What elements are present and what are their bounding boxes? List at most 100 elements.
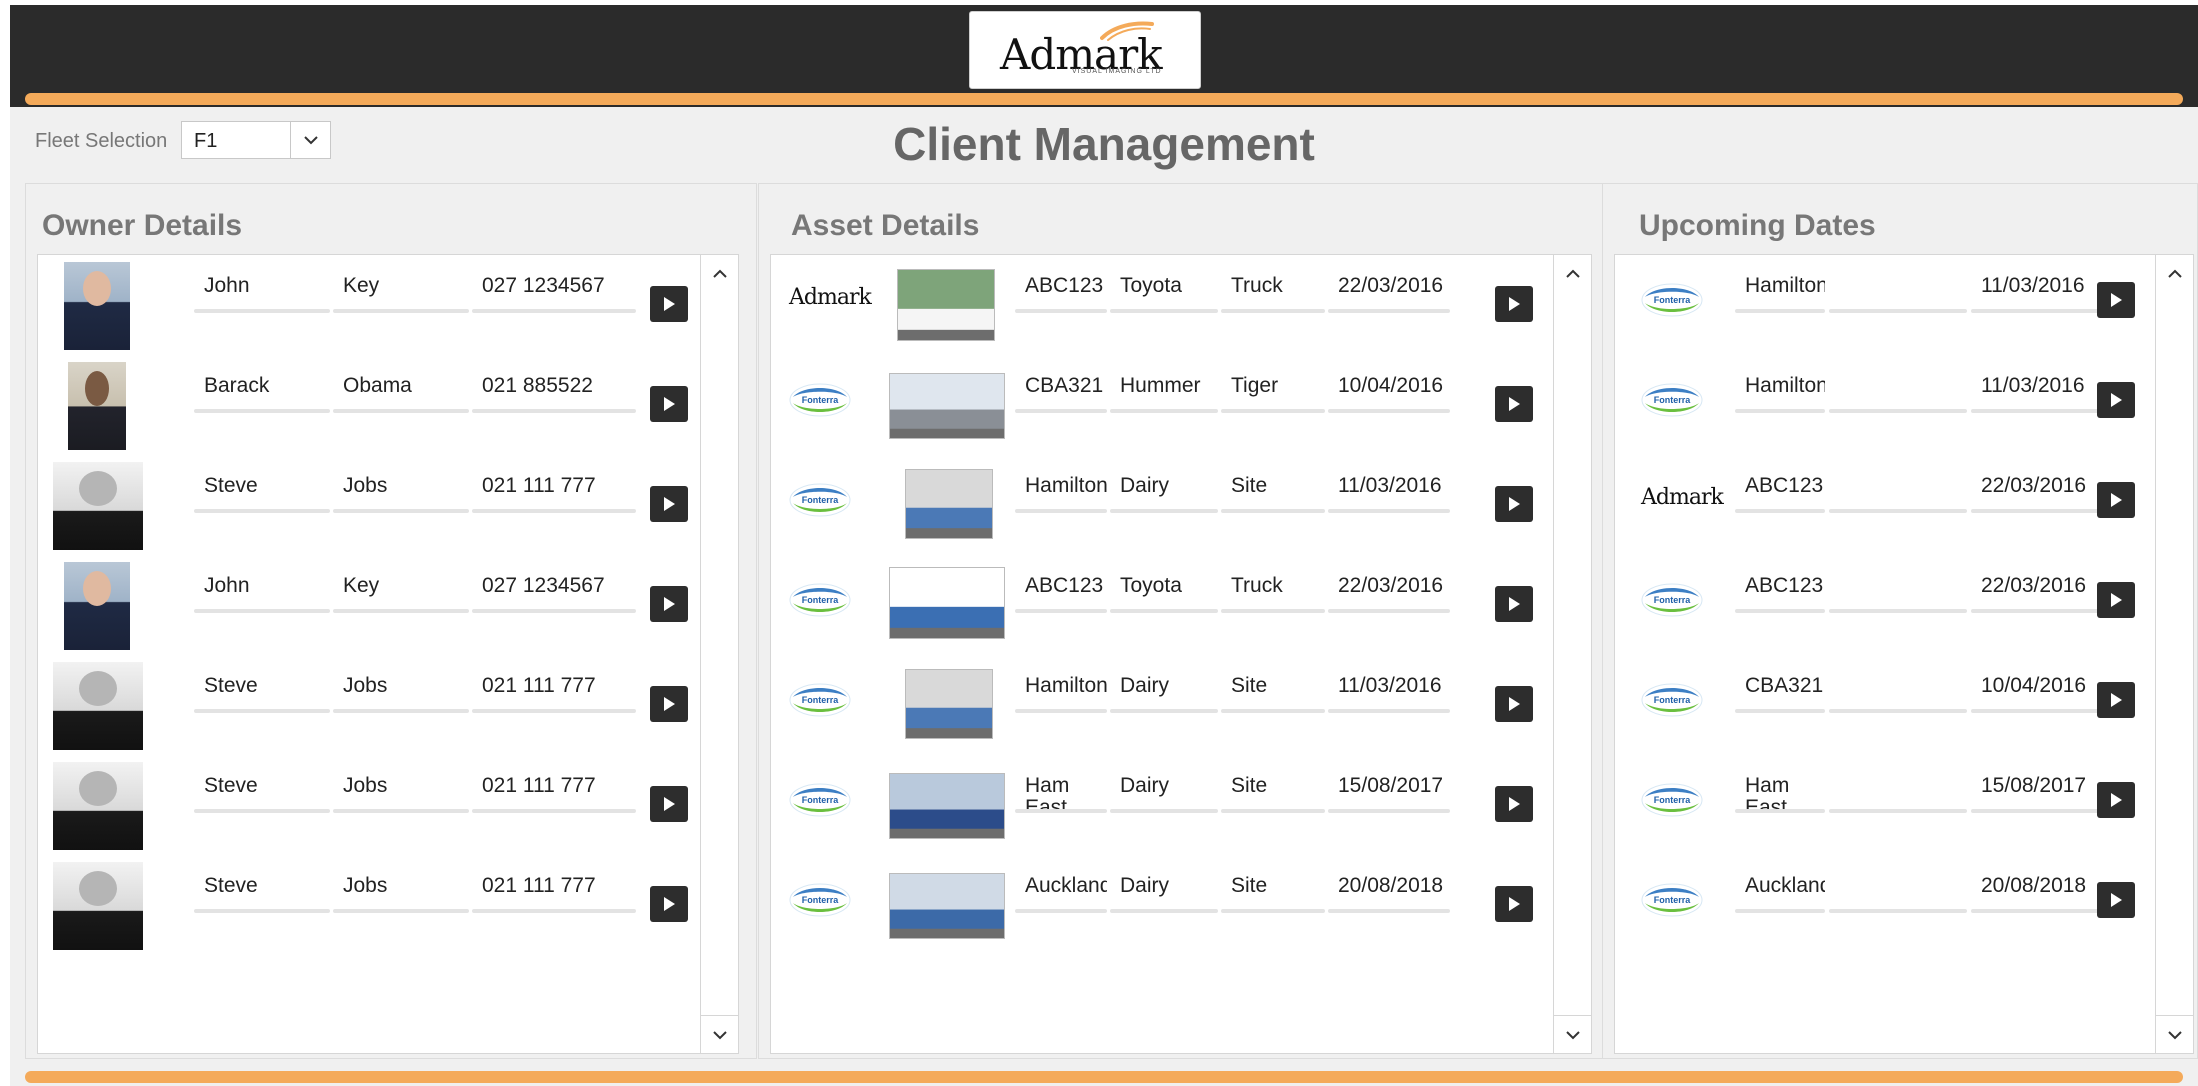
owner-first-name: Steve [194, 475, 330, 513]
asset-type: Truck [1221, 275, 1325, 313]
asset-row[interactable]: Fonterra Hamilton Dairy Site 11/03/2016 [771, 455, 1551, 555]
fonterra-logo: Fonterra [789, 383, 851, 417]
asset-row[interactable]: Fonterra CBA321 Hummer Tiger 10/04/2016 [771, 355, 1551, 455]
upcoming-list[interactable]: Fonterra Hamilton 11/03/2016 Fonterra Hamilt… [1614, 254, 2194, 1054]
play-arrow-button[interactable] [650, 586, 688, 622]
owner-row[interactable]: Steve Jobs 021 111 777 [38, 755, 698, 855]
play-icon [664, 897, 675, 911]
upcoming-blank-field [1829, 475, 1967, 513]
play-arrow-button[interactable] [650, 486, 688, 522]
owner-last-name: Key [333, 275, 469, 313]
fonterra-logo: Fonterra [789, 483, 851, 517]
owner-details-title: Owner Details [42, 209, 243, 242]
play-icon [1509, 297, 1520, 311]
play-arrow-button[interactable] [2097, 782, 2135, 818]
play-icon [2111, 693, 2122, 707]
upcoming-row[interactable]: Fonterra Hamilton 11/03/2016 [1615, 255, 2155, 355]
play-arrow-button[interactable] [650, 686, 688, 722]
asset-make: Dairy [1110, 775, 1218, 813]
asset-photo [889, 373, 1005, 439]
owner-first-name: John [194, 275, 330, 313]
owner-photo-avatar [68, 362, 126, 450]
play-arrow-button[interactable] [650, 286, 688, 322]
fonterra-logo: Fonterra [1641, 383, 1703, 417]
play-arrow-button[interactable] [2097, 482, 2135, 518]
play-arrow-button[interactable] [2097, 382, 2135, 418]
owner-first-name: John [194, 575, 330, 613]
fonterra-logo-text: Fonterra [802, 495, 840, 505]
scroll-up-icon[interactable] [701, 255, 738, 293]
upcoming-row[interactable]: Fonterra CBA321 10/04/2016 [1615, 655, 2155, 755]
play-arrow-button[interactable] [650, 786, 688, 822]
upcoming-row[interactable]: Fonterra Ham East 15/08/2017 [1615, 755, 2155, 855]
owner-first-name: Barack [194, 375, 330, 413]
upcoming-row[interactable]: Fonterra Hamilton 11/03/2016 [1615, 355, 2155, 455]
asset-date: 22/03/2016 [1328, 275, 1450, 313]
upcoming-name: Hamilton [1735, 375, 1825, 413]
asset-row[interactable]: Admark ABC123 Toyota Truck 22/03/2016 [771, 255, 1551, 355]
owner-row[interactable]: John Key 027 1234567 [38, 555, 698, 655]
fonterra-logo-text: Fonterra [802, 395, 840, 405]
owner-row[interactable]: Steve Jobs 021 111 777 [38, 855, 698, 955]
asset-list[interactable]: Admark ABC123 Toyota Truck 22/03/2016 Fonterr… [770, 254, 1592, 1054]
owner-row[interactable]: Barack Obama 021 885522 [38, 355, 698, 455]
fonterra-logo-text: Fonterra [802, 795, 840, 805]
fonterra-logo-text: Fonterra [802, 595, 840, 605]
owner-row[interactable]: John Key 027 1234567 [38, 255, 698, 355]
asset-scrollbar[interactable] [1553, 255, 1591, 1053]
asset-row[interactable]: Fonterra Hamilton Dairy Site 11/03/2016 [771, 655, 1551, 755]
asset-photo [905, 669, 993, 739]
play-arrow-button[interactable] [1495, 786, 1533, 822]
asset-photo [897, 269, 995, 341]
play-arrow-button[interactable] [1495, 586, 1533, 622]
asset-row[interactable]: Fonterra Ham East Dairy Site 15/08/2017 [771, 755, 1551, 855]
play-arrow-button[interactable] [1495, 686, 1533, 722]
upcoming-date: 22/03/2016 [1971, 575, 2101, 613]
upcoming-row[interactable]: Fonterra Auckland 20/08/2018 [1615, 855, 2155, 955]
fonterra-logo-text: Fonterra [1654, 695, 1692, 705]
scroll-up-icon[interactable] [2156, 255, 2193, 293]
play-arrow-button[interactable] [650, 886, 688, 922]
upcoming-row[interactable]: Fonterra ABC123 22/03/2016 [1615, 555, 2155, 655]
owner-list[interactable]: John Key 027 1234567 Barack Obama 021 885522 S… [37, 254, 739, 1054]
play-icon [2111, 293, 2122, 307]
asset-type: Site [1221, 775, 1325, 813]
asset-row[interactable]: Fonterra ABC123 Toyota Truck 22/03/2016 [771, 555, 1551, 655]
owner-scrollbar[interactable] [700, 255, 738, 1053]
asset-type: Site [1221, 475, 1325, 513]
owner-row[interactable]: Steve Jobs 021 111 777 [38, 455, 698, 555]
play-arrow-button[interactable] [1495, 386, 1533, 422]
play-icon [1509, 497, 1520, 511]
play-arrow-button[interactable] [650, 386, 688, 422]
owner-phone: 021 111 777 [472, 875, 636, 913]
play-arrow-button[interactable] [1495, 286, 1533, 322]
upcoming-dates-title: Upcoming Dates [1639, 209, 1876, 242]
owner-last-name: Obama [333, 375, 469, 413]
upcoming-scrollbar[interactable] [2155, 255, 2193, 1053]
play-arrow-button[interactable] [2097, 282, 2135, 318]
play-arrow-button[interactable] [1495, 486, 1533, 522]
play-arrow-button[interactable] [2097, 582, 2135, 618]
upcoming-dates-panel: Upcoming Dates Fonterra Hamilton 11/03/201… [1602, 183, 2198, 1059]
asset-row[interactable]: Fonterra Auckland Dairy Site 20/08/2018 [771, 855, 1551, 955]
owner-row[interactable]: Steve Jobs 021 111 777 [38, 655, 698, 755]
upcoming-blank-field [1829, 675, 1967, 713]
play-arrow-button[interactable] [2097, 882, 2135, 918]
upcoming-blank-field [1829, 775, 1967, 813]
scroll-up-icon[interactable] [1554, 255, 1591, 293]
avatar-face [79, 871, 117, 906]
upcoming-name: Auckland [1735, 875, 1825, 913]
play-arrow-button[interactable] [1495, 886, 1533, 922]
scroll-down-icon[interactable] [701, 1015, 738, 1053]
scroll-down-icon[interactable] [1554, 1015, 1591, 1053]
avatar-face [79, 471, 117, 506]
asset-type: Site [1221, 875, 1325, 913]
play-icon [1509, 697, 1520, 711]
scroll-down-icon[interactable] [2156, 1015, 2193, 1053]
upcoming-date: 22/03/2016 [1971, 475, 2101, 513]
fonterra-logo: Fonterra [1641, 283, 1703, 317]
fonterra-logo-text: Fonterra [1654, 895, 1692, 905]
upcoming-row[interactable]: Admark ABC123 22/03/2016 [1615, 455, 2155, 555]
upcoming-date: 15/08/2017 [1971, 775, 2101, 813]
play-arrow-button[interactable] [2097, 682, 2135, 718]
